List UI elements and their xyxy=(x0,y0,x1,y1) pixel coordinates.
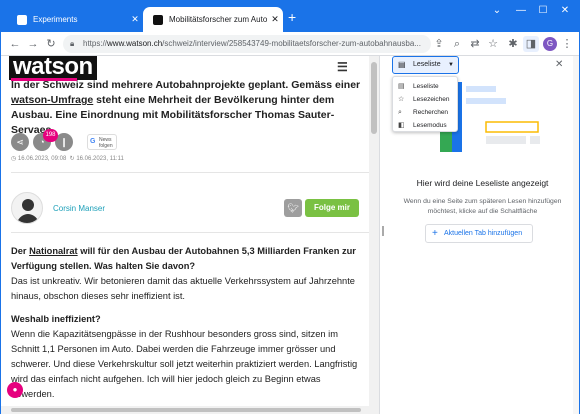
close-window-icon[interactable]: ✕ xyxy=(553,5,577,16)
date-published: 16.06.2023, 09:08 xyxy=(17,156,67,162)
divider xyxy=(11,232,369,233)
reload-icon[interactable]: ↻ xyxy=(43,36,59,52)
address-bar[interactable]: 🔒︎ https://www.watson.ch/schweiz/intervi… xyxy=(63,35,431,53)
menu-label: Lesezeichen xyxy=(413,96,450,103)
close-icon[interactable]: ✕ xyxy=(127,14,143,25)
avatar[interactable]: G xyxy=(543,37,557,51)
panel-type-menu: ▤ Leseliste ☆ Lesezeichen ⌕ Recherchen ◧ Les… xyxy=(392,76,458,132)
lock-icon: 🔒︎ xyxy=(70,39,75,48)
umfrage-link[interactable]: watson-Umfrage xyxy=(11,94,93,106)
article-dates: ◷ 16.06.2023, 09:08 ↻ 16.06.2023, 11:11 xyxy=(11,156,124,162)
panel-resize-handle[interactable] xyxy=(379,56,386,414)
flask-icon xyxy=(17,14,27,25)
menu-label: Recherchen xyxy=(413,109,449,116)
forward-icon[interactable]: → xyxy=(25,36,41,52)
more-icon[interactable]: ⋮ xyxy=(559,36,575,52)
share-icon[interactable]: ⇪ xyxy=(431,36,447,52)
answer-1: Das ist unkreativ. Wir betonieren damit … xyxy=(11,276,355,301)
tab-experiments[interactable]: Experiments ✕ xyxy=(7,7,143,32)
twitter-icon[interactable]: 🐦︎ xyxy=(284,199,302,217)
close-icon[interactable]: ✕ xyxy=(555,59,563,70)
page-content: In der Schweiz sind mehrere Autobahnproj… xyxy=(1,56,379,406)
social-bar: ⋖ ◔ ❙ xyxy=(11,132,73,152)
tab-watson[interactable]: Mobilitätsforscher zum Autobahnausbau ✕ xyxy=(143,7,283,32)
url-host: www.watson.ch xyxy=(107,39,163,48)
translate-icon[interactable]: ⇄ xyxy=(467,36,483,52)
grip-icon xyxy=(382,226,384,236)
extensions-icon[interactable]: ✱ xyxy=(505,36,521,52)
zoom-icon[interactable]: ⌕ xyxy=(449,36,465,52)
dropdown-label: Leseliste xyxy=(413,61,441,68)
menu-icon[interactable]: ☰ xyxy=(337,60,348,74)
watson-favicon-icon xyxy=(153,14,163,25)
date-updated: 16.06.2023, 11:11 xyxy=(76,156,124,162)
caret-down-icon: ▼ xyxy=(448,62,454,68)
star-icon: ☆ xyxy=(398,96,405,103)
nationalrat-link[interactable]: Nationalrat xyxy=(29,246,78,256)
star-icon[interactable]: ☆ xyxy=(485,36,501,52)
chevron-down-icon[interactable]: ⌄ xyxy=(485,5,509,16)
tab-title: Experiments xyxy=(33,15,78,24)
author-avatar[interactable] xyxy=(11,192,43,224)
google-news-label: News folgen xyxy=(99,137,113,149)
menu-item-lesezeichen[interactable]: ☆ Lesezeichen xyxy=(393,93,457,106)
menu-label: Lesemodus xyxy=(413,122,447,129)
journeys-icon: ⌕ xyxy=(398,109,402,116)
reading-mode-icon: ◧ xyxy=(398,122,405,129)
url-scheme: https:// xyxy=(83,39,108,48)
reading-list-icon: ▤ xyxy=(398,83,405,90)
panel-scrollbar[interactable] xyxy=(573,56,579,414)
author-name[interactable]: Corsin Manser xyxy=(53,204,105,213)
google-news-button[interactable]: G News folgen xyxy=(87,134,117,150)
q1-text: Der xyxy=(11,246,30,256)
watson-logo[interactable]: watson xyxy=(9,56,97,80)
back-icon[interactable]: ← xyxy=(7,36,23,52)
site-header: watson ☰ xyxy=(1,56,369,81)
watson-app-icon[interactable]: ● xyxy=(7,382,23,398)
panel-type-dropdown[interactable]: ▤ Leseliste ▼ xyxy=(392,56,459,74)
scrollbar[interactable] xyxy=(369,56,379,406)
reading-list-icon: ▤ xyxy=(398,60,406,69)
side-panel: ▤ Leseliste ▼ ✕ ▤ Leseliste ☆ Lesezeichen … xyxy=(386,56,579,414)
empty-state-description: Wenn du eine Seite zum späteren Lesen hi… xyxy=(403,198,562,215)
add-current-tab-button[interactable]: + Aktuellen Tab hinzufügen xyxy=(425,224,533,243)
comment-count-badge: 198 xyxy=(43,129,58,142)
article-body: Der Nationalrat will für den Ausbau der … xyxy=(11,244,363,406)
maximize-icon[interactable]: ☐ xyxy=(531,5,555,16)
menu-label: Leseliste xyxy=(413,83,439,90)
tab-title: Mobilitätsforscher zum Autobahnausbau xyxy=(169,15,267,24)
menu-item-leseliste[interactable]: ▤ Leseliste xyxy=(393,80,457,93)
tab-strip: Experiments ✕ Mobilitätsforscher zum Aut… xyxy=(1,1,579,32)
question-2: Weshalb ineffizient? xyxy=(11,314,101,324)
add-button-label: Aktuellen Tab hinzufügen xyxy=(444,230,523,237)
side-panel-icon[interactable]: ◨ xyxy=(523,36,539,52)
horizontal-scrollbar[interactable] xyxy=(1,406,379,414)
new-tab-icon[interactable]: + xyxy=(288,9,296,25)
menu-item-lesemodus[interactable]: ◧ Lesemodus xyxy=(393,119,457,132)
close-icon[interactable]: ✕ xyxy=(267,14,283,25)
question-2-block: Weshalb ineffizient? Wenn die Kapazitätse… xyxy=(11,312,363,402)
google-icon: G xyxy=(90,138,96,145)
toolbar: ← → ↻ 🔒︎ https://www.watson.ch/schweiz/i… xyxy=(1,32,579,56)
article-lead: In der Schweiz sind mehrere Autobahnproj… xyxy=(11,78,361,138)
question-1: Der Nationalrat will für den Ausbau der … xyxy=(11,244,363,304)
url-path: /schweiz/interview/258543749-mobilitaets… xyxy=(162,39,421,48)
plus-icon: + xyxy=(432,228,438,239)
scrollbar-thumb[interactable] xyxy=(371,62,377,134)
divider xyxy=(11,172,369,173)
share-icon[interactable]: ⋖ xyxy=(11,133,29,151)
menu-item-recherchen[interactable]: ⌕ Recherchen xyxy=(393,106,457,119)
answer-2: Wenn die Kapazitätsengpässe in der Rushh… xyxy=(11,329,358,399)
minimize-icon[interactable]: — xyxy=(509,5,533,16)
empty-state-title: Hier wird deine Leseliste angezeigt xyxy=(416,178,549,188)
browser-window: Experiments ✕ Mobilitätsforscher zum Aut… xyxy=(0,0,580,414)
logo-underline xyxy=(11,78,77,81)
horizontal-scrollbar-thumb[interactable] xyxy=(11,408,361,412)
follow-button[interactable]: Folge mir xyxy=(305,199,359,217)
